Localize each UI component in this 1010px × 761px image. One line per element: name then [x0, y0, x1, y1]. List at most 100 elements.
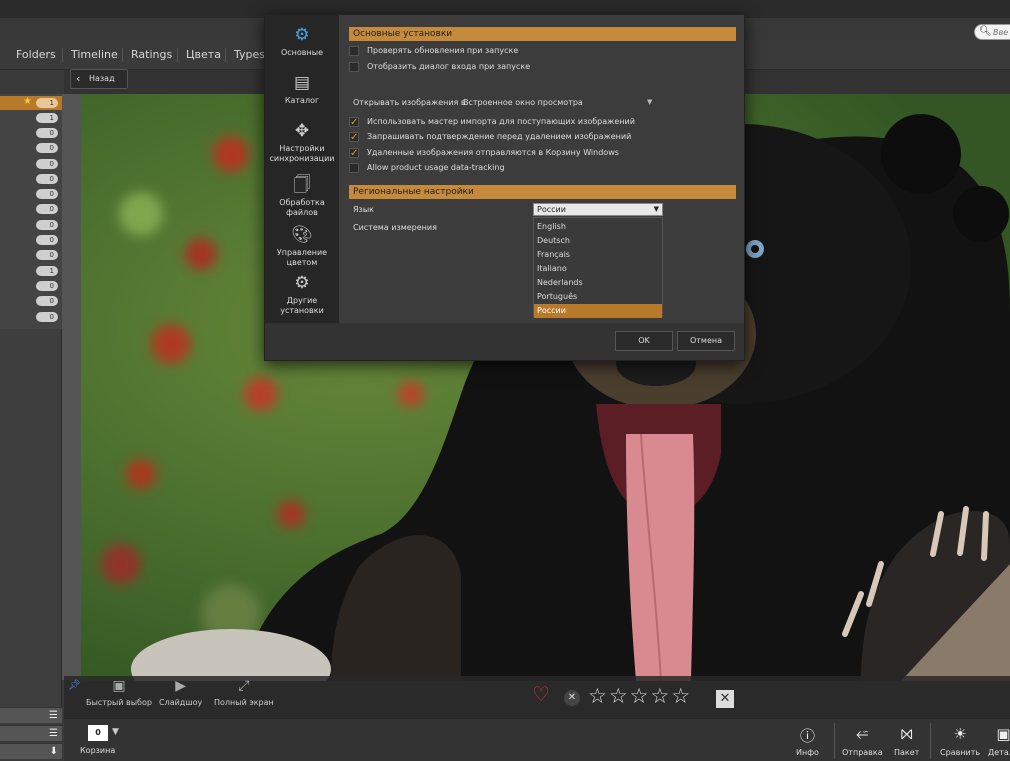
sidebar-item-label: Другие установки — [280, 296, 324, 315]
search-input[interactable] — [993, 26, 1010, 38]
language-select[interactable]: России ▼ — [533, 203, 663, 216]
list-item[interactable]: 0 — [0, 294, 62, 308]
list-item[interactable]: 1 — [0, 111, 62, 125]
sidebar-item-other[interactable]: ⚙ Другие установки — [265, 273, 339, 316]
info-button[interactable]: ⓘ Инфо — [796, 725, 819, 757]
list-item[interactable]: ★ 1 — [0, 96, 62, 110]
info-label: Инфо — [796, 748, 819, 757]
batch-icon: ⨝ — [900, 725, 913, 743]
ok-button[interactable]: OK — [615, 331, 673, 351]
vertical-scrollbar[interactable] — [62, 94, 81, 680]
list-item[interactable]: 0 — [0, 310, 62, 324]
count-badge: 0 — [36, 296, 58, 306]
quick-pick-button[interactable]: ▣ Быстрый выбор — [86, 678, 152, 707]
count-badge: 0 — [36, 128, 58, 138]
language-value: России — [537, 205, 566, 214]
count-badge: 0 — [36, 159, 58, 169]
measure-label: Система измерения — [353, 223, 437, 232]
opt-recycle-bin-label: Удаленные изображения отправляются в Кор… — [367, 148, 619, 157]
count-badge: 0 — [36, 143, 58, 153]
cancel-button[interactable]: Отмена — [677, 331, 735, 351]
share-icon: ⭁ — [856, 725, 869, 743]
color-icon: 🎨︎ — [291, 225, 313, 245]
pin-icon[interactable]: 📌︎ — [68, 680, 81, 691]
list-item[interactable]: 1 — [0, 264, 62, 278]
list-item[interactable]: 0 — [0, 233, 62, 247]
language-option[interactable]: English — [534, 220, 662, 234]
tab-colors[interactable]: Цвета — [177, 48, 229, 62]
dialog-footer: OK Отмена — [265, 323, 744, 360]
chevron-down-icon: ▼ — [647, 98, 653, 106]
quick-pick-icon: ▣ — [112, 678, 126, 694]
rating-stars[interactable]: ☆☆☆☆☆ — [588, 684, 692, 708]
language-option[interactable]: Português — [534, 290, 662, 304]
language-dropdown: English Deutsch Français Italiano Nederl… — [533, 217, 663, 318]
sidebar-item-label: Обработка файлов — [279, 198, 325, 217]
language-option[interactable]: Italiano — [534, 262, 662, 276]
panel-section-2[interactable]: ☰ — [0, 725, 62, 741]
batch-label: Пакет — [894, 748, 920, 757]
count-badge: 0 — [36, 204, 58, 214]
checkbox-recycle-bin[interactable]: ✓ — [349, 148, 359, 159]
tab-ratings[interactable]: Ratings — [122, 48, 180, 62]
open-images-select[interactable]: Встроенное окно просмотра ▼ — [463, 97, 663, 109]
checkbox-check-updates[interactable] — [349, 46, 359, 56]
slideshow-icon: ▶ — [175, 678, 187, 694]
tab-timeline[interactable]: Timeline — [62, 48, 126, 62]
close-icon[interactable]: ✕ — [716, 690, 734, 708]
sidebar-item-catalog[interactable]: ▤ Каталог — [265, 73, 339, 106]
send-label: Отправка — [842, 748, 883, 757]
dialog-sidebar: ⚙ Основные ▤ Каталог ✥ Настройки синхрон… — [265, 15, 339, 323]
checkbox-confirm-delete[interactable]: ✓ — [349, 132, 359, 143]
list-item[interactable]: 0 — [0, 157, 62, 171]
star-icon: ★ — [23, 96, 32, 107]
section-regional-header: Региональные настройки — [349, 185, 736, 199]
checkbox-import-wizard[interactable]: ✓ — [349, 117, 359, 128]
list-item[interactable]: 0 — [0, 248, 62, 262]
sidebar-item-label: Настройки синхронизации — [269, 144, 335, 163]
chevron-down-icon[interactable]: ▼ — [112, 727, 119, 737]
checkbox-tracking[interactable] — [349, 163, 359, 173]
list-item[interactable]: 0 — [0, 279, 62, 293]
compare-button[interactable]: ☀ Сравнить — [940, 725, 980, 757]
sidebar-item-general[interactable]: ⚙ Основные — [265, 25, 339, 58]
send-button[interactable]: ⭁ Отправка — [842, 725, 883, 757]
menu-icon: ☰ — [49, 728, 58, 739]
basket-count[interactable]: 0 — [88, 725, 108, 741]
list-item[interactable]: 0 — [0, 202, 62, 216]
language-option[interactable]: Français — [534, 248, 662, 262]
search-box[interactable]: 🔍︎ — [974, 24, 1010, 40]
language-option-selected[interactable]: России — [534, 304, 662, 318]
panel-section-1[interactable]: ☰ — [0, 707, 62, 723]
list-item[interactable]: 0 — [0, 141, 62, 155]
fullscreen-button[interactable]: ⤢ Полный экран — [214, 678, 274, 707]
back-button[interactable]: ‹ Назад — [70, 69, 128, 89]
search-icon: 🔍︎ — [979, 26, 992, 37]
batch-button[interactable]: ⨝ Пакет — [894, 725, 919, 757]
gears-icon: ⚙ — [294, 273, 310, 293]
heart-icon[interactable]: ♡ — [532, 682, 550, 706]
list-item[interactable]: 0 — [0, 126, 62, 140]
fullscreen-label: Полный экран — [214, 698, 274, 707]
sidebar-item-files[interactable]: 🗍︎ Обработка файлов — [265, 175, 339, 218]
sidebar-item-color[interactable]: 🎨︎ Управление цветом — [265, 225, 339, 268]
sidebar-item-sync[interactable]: ✥ Настройки синхронизации — [265, 121, 339, 164]
details-button[interactable]: ▣ Детали — [988, 725, 1010, 757]
back-label: Назад — [89, 74, 115, 83]
quick-pick-label: Быстрый выбор — [86, 698, 152, 707]
language-option[interactable]: Deutsch — [534, 234, 662, 248]
panel-section-3[interactable]: ⬇ — [0, 743, 62, 759]
open-images-value: Встроенное окно просмотра — [463, 98, 583, 107]
checkbox-login-dialog[interactable] — [349, 62, 359, 72]
list-item[interactable]: 0 — [0, 187, 62, 201]
language-option[interactable]: Nederlands — [534, 276, 662, 290]
divider — [930, 723, 931, 759]
tab-folders[interactable]: Folders — [8, 48, 64, 62]
list-item[interactable]: 0 — [0, 172, 62, 186]
slideshow-button[interactable]: ▶ Слайдшоу — [159, 678, 202, 707]
opt-import-wizard-label: Использовать мастер импорта для поступаю… — [367, 117, 635, 126]
reject-icon[interactable]: ✕ — [564, 690, 580, 706]
count-badge: 1 — [36, 98, 58, 108]
left-panel: ★ 1 1 0 0 0 0 0 0 0 0 0 1 0 0 0 — [0, 94, 62, 708]
list-item[interactable]: 0 — [0, 218, 62, 232]
